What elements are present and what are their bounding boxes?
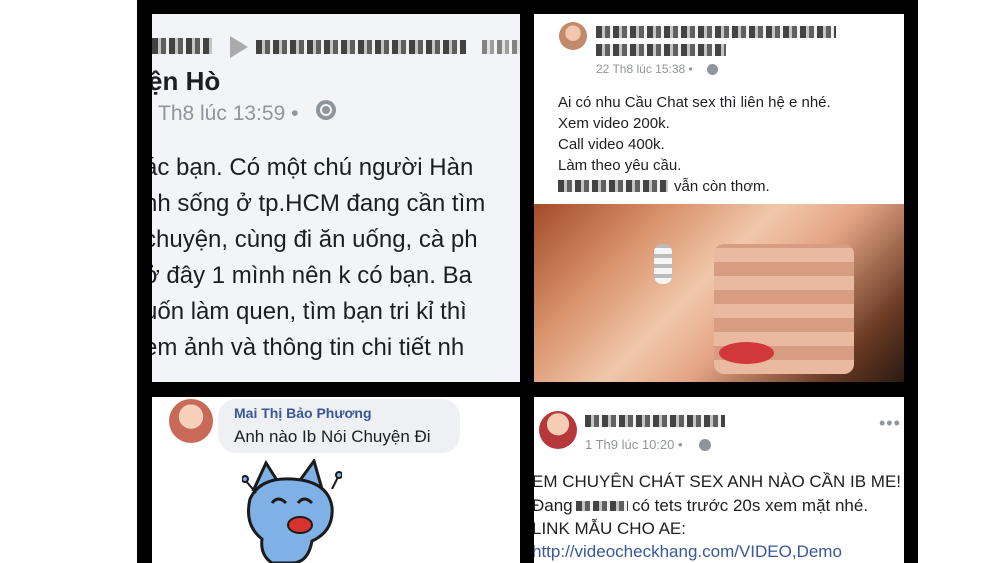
censored-recipient: [256, 40, 466, 54]
post-line: Call video 400k.: [558, 136, 665, 153]
censored-recipient: [596, 44, 726, 56]
share-arrow-icon: [230, 36, 248, 58]
post-link[interactable]: http://videocheckhang.com/VIDEO,Demo: [534, 542, 842, 562]
censored-text: [558, 180, 668, 192]
post-line: Ai có nhu Cầu Chat sex thì liên hệ e nhé…: [558, 94, 831, 111]
post-line: LINK MẪU CHO AE:: [534, 519, 686, 538]
commenter-name[interactable]: Mai Thị Bảo Phương: [234, 405, 372, 421]
post-line: ác bạn. Có một chú người Hàn: [152, 154, 474, 181]
post-with-photo-panel: 22 Th8 lúc 15:38 • Ai có nhu Cầu Chat se…: [534, 14, 904, 382]
globe-icon: [316, 100, 336, 120]
censored-text: [576, 501, 628, 511]
post-timestamp[interactable]: 22 Th8 lúc 15:38 •: [596, 62, 693, 76]
post-photo[interactable]: [534, 204, 904, 382]
more-options-icon[interactable]: •••: [879, 413, 901, 434]
post-line-prefix: Đang: [534, 496, 573, 515]
post-body: ác bạn. Có một chú người Hàn nh sống ở t…: [152, 150, 520, 366]
screenshot-collage: ện Hò Th8 lúc 13:59 • ác bạn. Có một chú…: [137, 0, 918, 563]
post-line: Làm theo yêu cầu.: [558, 157, 682, 174]
avatar[interactable]: [559, 22, 587, 50]
comment-text: Anh nào Ib Nói Chuyện Đi: [234, 427, 431, 446]
post-line: Xem video 200k.: [558, 115, 670, 132]
post-timestamp[interactable]: Th8 lúc 13:59 •: [158, 102, 298, 126]
censored-name: [585, 415, 725, 427]
comment-panel: Mai Thị Bảo Phương Anh nào Ib Nói Chuyện…: [152, 397, 520, 563]
post-line: vẫn còn thơm.: [674, 178, 770, 195]
censored-text: [482, 40, 520, 54]
post-line: có tets trước 20s xem mặt nhé.: [632, 496, 869, 515]
post-line: chuyện, cùng đi ăn uống, cà ph: [152, 226, 478, 253]
post-line: uốn làm quen, tìm bạn tri kỉ thì: [152, 298, 467, 325]
post-line: ở đây 1 mình nên k có bạn. Ba: [152, 262, 472, 289]
avatar[interactable]: [539, 411, 577, 449]
poster-name[interactable]: ện Hò: [152, 66, 220, 97]
globe-icon: [699, 439, 711, 451]
photo-detail: [719, 342, 774, 364]
post-line: EM CHUYÊN CHÁT SEX ANH NÀO CẦN IB ME!: [534, 472, 902, 491]
censored-name: [152, 38, 212, 54]
post-line: nh sống ở tp.HCM đang cần tìm: [152, 190, 486, 217]
globe-icon: [707, 64, 718, 75]
post-timestamp[interactable]: 1 Th9 lúc 10:20 •: [585, 437, 683, 452]
post-zoomed-panel: ện Hò Th8 lúc 13:59 • ác bạn. Có một chú…: [152, 14, 520, 382]
photo-detail: [654, 244, 672, 284]
link-post-panel: ••• 1 Th9 lúc 10:20 • EM CHUYÊN CHÁT SEX…: [534, 397, 904, 563]
censored-name: [596, 26, 836, 38]
post-line: em ảnh và thông tin chi tiết nh: [152, 334, 465, 361]
sticker-icon: [242, 459, 342, 563]
avatar[interactable]: [169, 399, 213, 443]
